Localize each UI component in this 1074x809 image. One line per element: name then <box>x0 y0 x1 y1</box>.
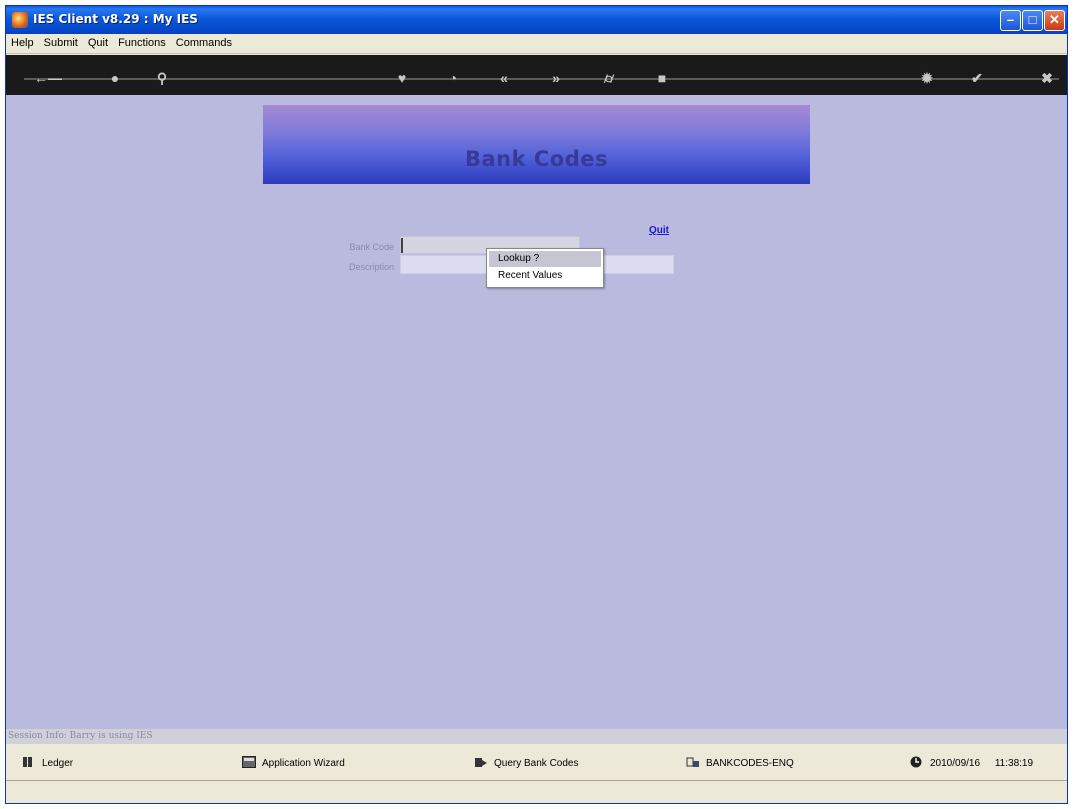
ledger-icon <box>23 757 32 767</box>
check-icon[interactable]: ✔ <box>966 68 988 88</box>
status-bar: Ledger Application Wizard Query Bank Cod… <box>6 744 1067 780</box>
clock-status-icon <box>910 756 922 768</box>
status-date: 2010/09/16 <box>930 758 981 769</box>
key-icon[interactable]: ←― <box>32 68 64 88</box>
status-time: 11:38:19 <box>994 758 1034 769</box>
screen-code: BANKCODES-ENQ <box>706 758 794 769</box>
toolbar: ←― ● ⚲ ♥ ◔ « » ⌭ ■ ✹ ✔ ✖ <box>6 55 1067 95</box>
menu-item-recent-values[interactable]: Recent Values <box>489 268 601 284</box>
search-icon[interactable]: ⚲ <box>151 68 173 88</box>
menu-item-lookup[interactable]: Lookup ? <box>489 251 601 267</box>
bank-code-label: Bank Code <box>349 242 394 252</box>
query-icon <box>475 758 487 767</box>
wizard-icon <box>242 756 256 768</box>
help-icon[interactable]: ● <box>104 68 126 88</box>
gear-icon[interactable]: ✹ <box>916 68 938 88</box>
menu-functions[interactable]: Functions <box>113 34 171 49</box>
window-title: IES Client v8.29 : My IES <box>33 12 198 26</box>
app-window: IES Client v8.29 : My IES – □ ✕ Help Subm… <box>5 5 1068 804</box>
code-item: BANKCODES-ENQ <box>686 756 794 769</box>
page-title: Bank Codes <box>464 147 609 171</box>
main-content: Bank Codes Quit Bank Code Description Lo… <box>6 95 1067 729</box>
app-icon <box>12 12 28 28</box>
ledger-label: Ledger <box>42 758 74 769</box>
screen-icon <box>686 757 699 767</box>
heart-icon[interactable]: ♥ <box>391 68 413 88</box>
query-label: Query Bank Codes <box>494 758 579 769</box>
query-item[interactable]: Query Bank Codes <box>474 756 579 769</box>
bottom-pane <box>6 780 1067 803</box>
fast-forward-icon[interactable]: » <box>545 68 567 88</box>
bracket-icon[interactable]: ⌭ <box>598 68 620 88</box>
wizard-item[interactable]: Application Wizard <box>242 756 345 769</box>
text-caret <box>401 238 403 253</box>
description-label: Description <box>348 262 394 272</box>
stop-icon[interactable]: ■ <box>651 68 673 88</box>
clock-icon[interactable]: ◔ <box>442 68 464 88</box>
datetime-item: 2010/09/16 11:38:19 <box>910 756 1033 769</box>
close-icon[interactable]: ✖ <box>1036 68 1058 88</box>
toolbar-line <box>24 78 1059 80</box>
page-banner: Bank Codes <box>263 105 810 184</box>
close-window-button[interactable]: ✕ <box>1044 10 1065 31</box>
menu-help[interactable]: Help <box>6 34 39 49</box>
menu-submit[interactable]: Submit <box>39 34 83 49</box>
menu-commands[interactable]: Commands <box>171 34 237 49</box>
wizard-label: Application Wizard <box>262 758 345 769</box>
maximize-button[interactable]: □ <box>1022 10 1043 31</box>
ledger-item[interactable]: Ledger <box>22 756 73 769</box>
context-menu: Lookup ? Recent Values <box>486 248 604 288</box>
session-info: Session Info: Barry is using IES <box>6 729 1067 744</box>
quit-link[interactable]: Quit <box>649 225 669 236</box>
menu-bar: Help Submit Quit Functions Commands <box>6 34 1067 54</box>
rewind-icon[interactable]: « <box>493 68 515 88</box>
menu-quit[interactable]: Quit <box>83 34 113 49</box>
title-bar[interactable]: IES Client v8.29 : My IES – □ ✕ <box>6 6 1067 34</box>
minimize-button[interactable]: – <box>1000 10 1021 31</box>
